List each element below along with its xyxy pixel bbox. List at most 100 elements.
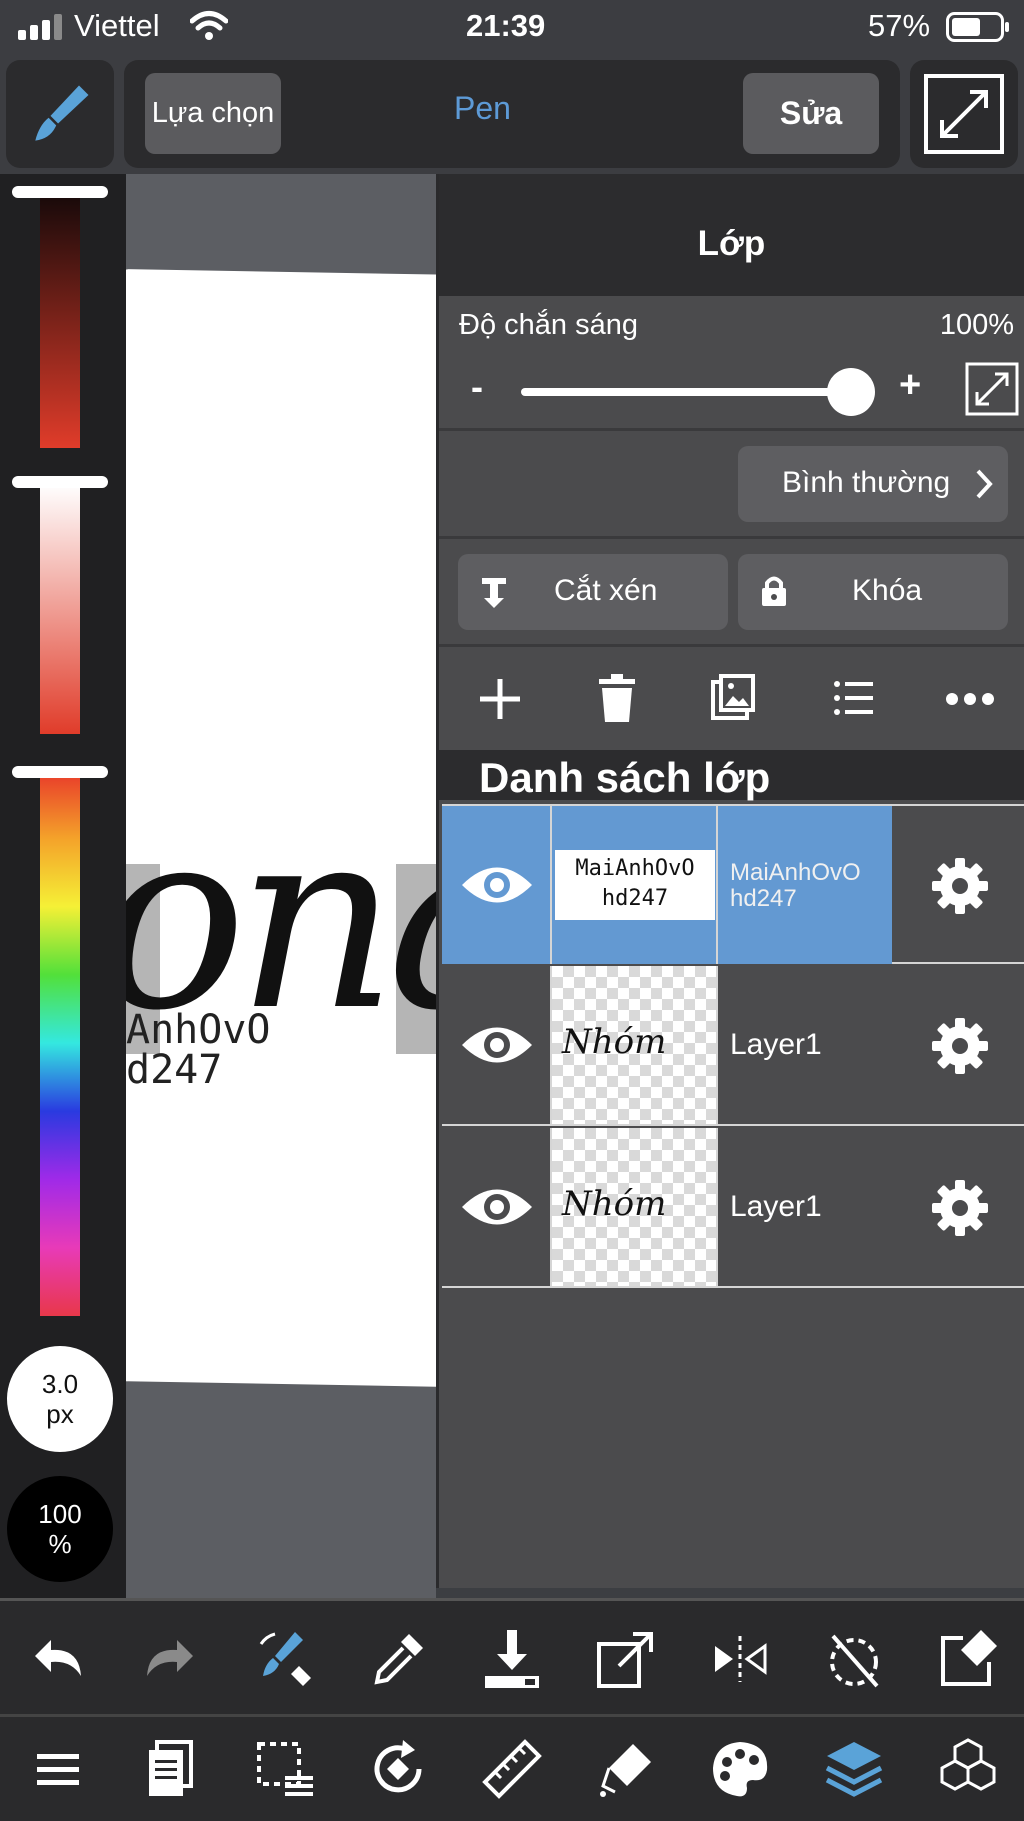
ruler-icon (482, 1739, 542, 1799)
layer-list-header: Danh sách lớp (439, 750, 1024, 801)
battery-icon (946, 12, 1009, 42)
main-toolbar (0, 1714, 1024, 1821)
layer-panel: Lớp Độ chắn sáng 100% - + Bình thường Cắ… (436, 174, 1024, 1588)
layer-name[interactable]: MaiAnhOvO hd247 (718, 806, 892, 964)
canvas[interactable]: ona AnhOvO d247 (126, 174, 436, 1598)
brush-eraser-toggle[interactable] (244, 1619, 324, 1699)
menu-icon (37, 1754, 79, 1785)
carrier-label: Viettel (74, 8, 160, 43)
brush-tool-button[interactable] (6, 60, 114, 168)
watermark-text: AnhOvO d247 (126, 1007, 271, 1093)
saturation-handle[interactable] (12, 476, 108, 488)
layer-name[interactable]: Layer1 (718, 1128, 892, 1286)
more-icon[interactable] (945, 692, 995, 706)
layer-settings-button[interactable] (892, 1128, 1024, 1286)
lock-icon (762, 576, 786, 606)
clip-button[interactable]: Cắt xén (458, 554, 728, 630)
eye-icon (462, 867, 532, 903)
rotate-reset-button[interactable] (814, 1619, 894, 1699)
flip-icon (715, 1636, 767, 1682)
layer-thumbnail[interactable]: Nhóm (552, 966, 718, 1124)
pages-button[interactable] (130, 1729, 210, 1809)
visibility-toggle[interactable] (442, 806, 552, 964)
undo-button[interactable] (18, 1619, 98, 1699)
layer-settings-button[interactable] (892, 806, 1024, 964)
layers-icon (825, 1742, 883, 1797)
brush-size-unit: px (46, 1399, 74, 1429)
color-palette: 3.0 px 100 % (0, 174, 126, 1598)
layer-name[interactable]: Layer1 (718, 966, 892, 1124)
transform-button[interactable] (586, 1619, 666, 1699)
ruler-button[interactable] (472, 1729, 552, 1809)
clear-button[interactable] (928, 1619, 1008, 1699)
current-tool-label[interactable]: Pen (454, 90, 511, 127)
lock-label: Khóa (852, 574, 923, 607)
hue-slider[interactable] (40, 770, 80, 1316)
menu-button[interactable] (18, 1729, 98, 1809)
flip-button[interactable] (700, 1619, 780, 1699)
blend-mode-button[interactable]: Bình thường (738, 446, 1008, 522)
rotate-off-icon (830, 1634, 879, 1688)
divider (439, 644, 1024, 647)
clip-label: Cắt xén (554, 574, 658, 607)
save-button[interactable] (472, 1619, 552, 1699)
clip-arrow-icon (482, 578, 506, 608)
divider (439, 428, 1024, 431)
edit-button[interactable]: Sửa (743, 73, 879, 154)
fullscreen-button[interactable] (910, 60, 1018, 168)
redo-button[interactable] (130, 1619, 210, 1699)
selection-tools-button[interactable] (244, 1729, 324, 1809)
cubes-icon (940, 1738, 996, 1791)
layer-row[interactable]: MaiAnhOvO hd247 MaiAnhOvO hd247 (442, 804, 1024, 964)
layer-thumbnail[interactable]: Nhóm (552, 1128, 718, 1286)
layer-row[interactable]: Nhóm Layer1 (442, 1128, 1024, 1288)
opacity-value: 100% (939, 309, 1014, 341)
opacity-slider-handle[interactable] (827, 368, 875, 416)
eyedropper-button[interactable] (358, 1619, 438, 1699)
hue-handle[interactable] (12, 766, 108, 778)
layer-settings-button[interactable] (892, 966, 1024, 1124)
transform-icon (597, 1632, 653, 1688)
selection-icon (257, 1742, 313, 1796)
brush-size-button[interactable]: 3.0 px (7, 1346, 113, 1452)
color-button[interactable] (700, 1729, 780, 1809)
material-button[interactable] (586, 1729, 666, 1809)
opacity-increase-button[interactable]: + (899, 364, 921, 407)
edit-erase-icon (941, 1630, 997, 1686)
saturation-slider[interactable] (40, 484, 80, 734)
brush-opacity-unit: % (48, 1529, 72, 1559)
battery-percent: 57% (868, 8, 931, 43)
brush-swap-icon (259, 1632, 311, 1686)
3d-material-button[interactable] (928, 1729, 1008, 1809)
select-button[interactable]: Lựa chọn (145, 73, 281, 154)
list-icon[interactable] (833, 678, 873, 718)
visibility-toggle[interactable] (442, 1128, 552, 1286)
wifi-icon (190, 11, 228, 40)
panel-header: Lớp (439, 174, 1024, 296)
rotate-icon (374, 1740, 422, 1793)
redo-icon (147, 1640, 193, 1676)
opacity-label: Độ chắn sáng (459, 309, 638, 341)
gear-icon (932, 858, 988, 914)
panel-title: Lớp (697, 224, 766, 263)
eye-icon (462, 1189, 532, 1225)
layer-thumbnail[interactable]: MaiAnhOvO hd247 (552, 806, 718, 964)
brightness-slider[interactable] (40, 198, 80, 448)
brush-opacity-value: 100 (38, 1499, 82, 1529)
visibility-toggle[interactable] (442, 966, 552, 1124)
rotate-canvas-button[interactable] (358, 1729, 438, 1809)
expand-icon[interactable] (965, 362, 1019, 416)
opacity-slider[interactable] (521, 388, 861, 396)
brush-icon (35, 85, 89, 141)
layer-row[interactable]: Nhóm Layer1 (442, 966, 1024, 1126)
layers-button[interactable] (814, 1729, 894, 1809)
lock-button[interactable]: Khóa (738, 554, 1008, 630)
opacity-decrease-button[interactable]: - (471, 366, 483, 408)
divider (439, 536, 1024, 539)
import-image-icon[interactable] (711, 674, 755, 720)
trash-icon[interactable] (597, 674, 637, 722)
chevron-right-icon (976, 469, 993, 499)
brush-opacity-button[interactable]: 100 % (7, 1476, 113, 1582)
add-layer-icon[interactable] (477, 676, 523, 722)
brightness-handle[interactable] (12, 186, 108, 198)
